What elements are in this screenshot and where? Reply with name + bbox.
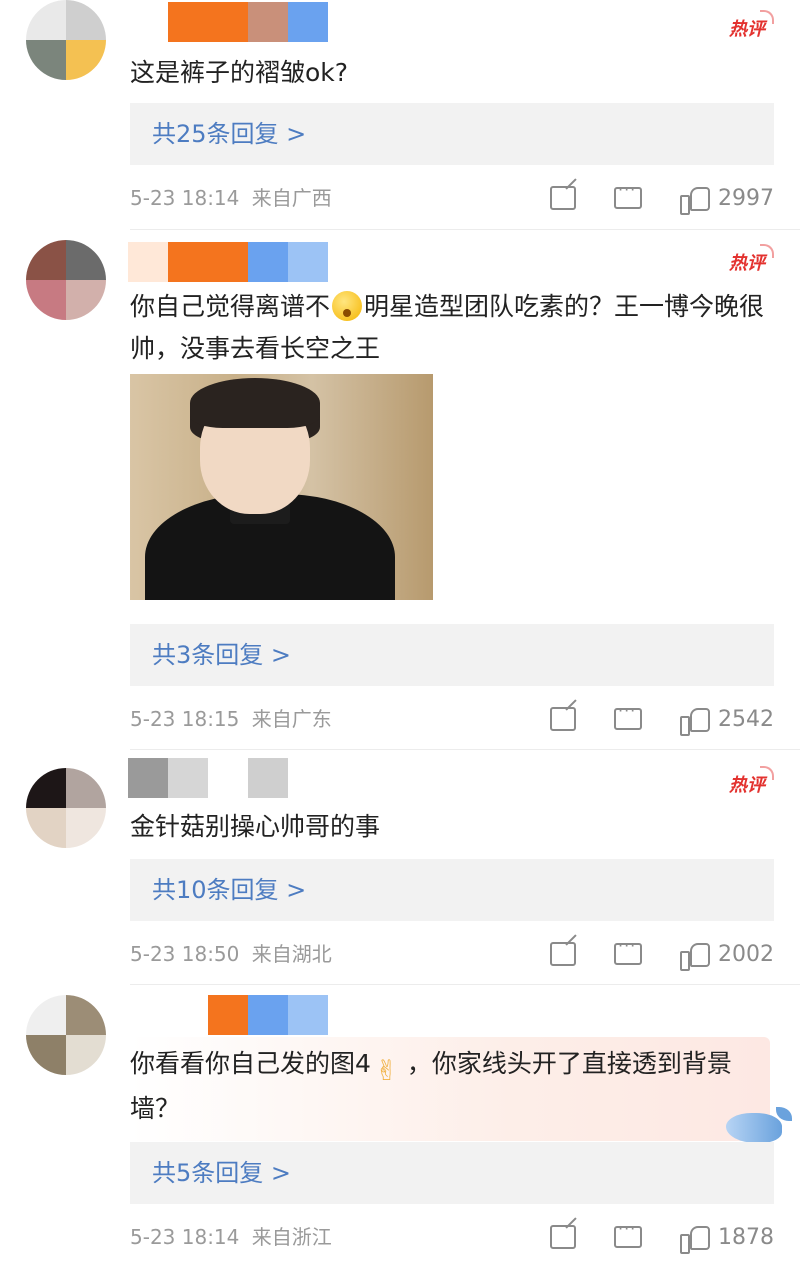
comment-text-part: 你自己觉得离谱不 bbox=[130, 292, 331, 321]
avatar[interactable] bbox=[26, 995, 106, 1075]
comment-text: 你自己觉得离谱不 明星造型团队吃素的？王一博今晚很帅，没事去看长空之王 bbox=[130, 286, 770, 370]
comment-actions: 1878 bbox=[550, 1219, 774, 1254]
share-icon[interactable] bbox=[550, 707, 576, 731]
like-icon[interactable] bbox=[680, 1224, 710, 1254]
like-icon[interactable] bbox=[680, 706, 710, 736]
share-icon[interactable] bbox=[550, 942, 576, 966]
comment-meta: 5-23 18:14 来自浙江 bbox=[130, 1222, 332, 1252]
comment-2: 热评 你自己觉得离谱不 明星造型团队吃素的？王一博今晚很帅，没事去看长空之王 共3… bbox=[0, 230, 800, 750]
like-icon[interactable] bbox=[680, 941, 710, 971]
hot-comment-badge: 热评 bbox=[726, 244, 774, 278]
hot-comment-badge: 热评 bbox=[726, 766, 774, 800]
avatar[interactable] bbox=[26, 0, 106, 80]
comment-time: 5-23 18:14 bbox=[130, 1225, 240, 1249]
like-count: 2002 bbox=[718, 941, 774, 967]
comment-text: 金针菇别操心帅哥的事 bbox=[130, 812, 381, 841]
comment-1: 热评 这是裤子的褶皱ok? 共25条回复 > 5-23 18:14 来自广西 2… bbox=[0, 0, 800, 230]
comment-text-part: 你看看你自己发的图4 bbox=[130, 1049, 371, 1078]
username-blurred[interactable] bbox=[128, 242, 328, 282]
comment-icon[interactable] bbox=[614, 936, 642, 965]
comment-text: 你看看你自己发的图4 ✌ ，你家线头开了直接透到背景墙？ bbox=[130, 1043, 770, 1130]
share-icon[interactable] bbox=[550, 186, 576, 210]
comment-actions: 2542 bbox=[550, 701, 774, 736]
username-blurred[interactable] bbox=[128, 758, 328, 798]
username-blurred[interactable] bbox=[128, 2, 328, 42]
comment-time: 5-23 18:50 bbox=[130, 942, 240, 966]
hot-comment-badge: 热评 bbox=[726, 10, 774, 44]
comment-meta: 5-23 18:14 来自广西 bbox=[130, 183, 332, 213]
comment-meta: 5-23 18:50 来自湖北 bbox=[130, 939, 332, 969]
comment-time: 5-23 18:14 bbox=[130, 186, 240, 210]
comment-3: 热评 金针菇别操心帅哥的事 共10条回复 > 5-23 18:50 来自湖北 2… bbox=[0, 750, 800, 985]
comment-time: 5-23 18:15 bbox=[130, 707, 240, 731]
view-replies-button[interactable]: 共3条回复 > bbox=[130, 624, 774, 686]
comment-location: 来自广东 bbox=[251, 707, 332, 731]
comment-meta: 5-23 18:15 来自广东 bbox=[130, 704, 332, 734]
comment-icon[interactable] bbox=[614, 1219, 642, 1248]
share-icon[interactable] bbox=[550, 1225, 576, 1249]
comment-icon[interactable] bbox=[614, 701, 642, 730]
view-replies-button[interactable]: 共5条回复 > bbox=[130, 1142, 774, 1204]
victory-hand-emoji-icon: ✌ bbox=[374, 1054, 399, 1087]
avatar[interactable] bbox=[26, 240, 106, 320]
comment-actions: 2997 bbox=[550, 180, 774, 215]
like-count: 1878 bbox=[718, 1224, 774, 1250]
like-count: 2997 bbox=[718, 185, 774, 211]
like-count: 2542 bbox=[718, 706, 774, 732]
comment-location: 来自浙江 bbox=[251, 1225, 332, 1249]
comment-4: 你看看你自己发的图4 ✌ ，你家线头开了直接透到背景墙？ 共5条回复 > 5-23 … bbox=[0, 985, 800, 1271]
comment-text: 这是裤子的褶皱ok? bbox=[130, 58, 349, 87]
view-replies-button[interactable]: 共10条回复 > bbox=[130, 859, 774, 921]
like-icon[interactable] bbox=[680, 185, 710, 215]
comment-location: 来自湖北 bbox=[251, 942, 332, 966]
avatar[interactable] bbox=[26, 768, 106, 848]
comment-icon[interactable] bbox=[614, 180, 642, 209]
username-blurred[interactable] bbox=[128, 995, 328, 1035]
view-replies-button[interactable]: 共25条回复 > bbox=[130, 103, 774, 165]
flushed-face-emoji-icon bbox=[332, 291, 363, 321]
comment-actions: 2002 bbox=[550, 936, 774, 971]
comment-photo[interactable] bbox=[130, 374, 433, 600]
comment-location: 来自广西 bbox=[251, 186, 332, 210]
